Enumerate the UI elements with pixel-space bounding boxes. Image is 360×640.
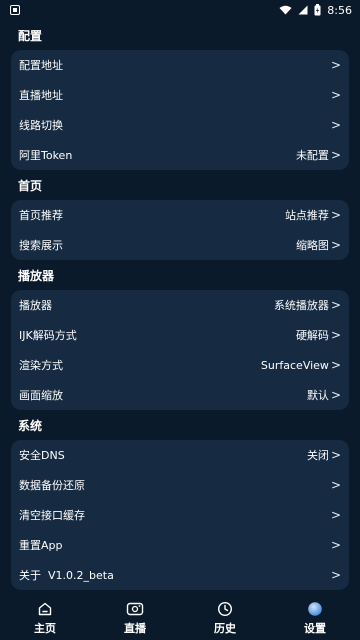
setting-label: 阿里Token <box>19 149 73 162</box>
chevron-right-icon: > <box>330 148 341 162</box>
bottom-nav: 主页 直播 历史 设置 <box>0 596 360 640</box>
nav-label: 主页 <box>34 621 56 635</box>
setting-value: 缩略图 <box>295 239 329 252</box>
setting-label: 播放器 <box>19 299 52 312</box>
setting-label: 画面缩放 <box>19 389 63 402</box>
chevron-right-icon: > <box>330 358 341 372</box>
setting-label: 搜索展示 <box>19 239 63 252</box>
chevron-right-icon: > <box>330 448 341 462</box>
chevron-right-icon: > <box>330 568 341 582</box>
config-group: 配置地址 > 直播地址 > 线路切换 > 阿里Token 未配置 > <box>11 50 349 170</box>
status-time: 8:56 <box>327 3 352 17</box>
chevron-right-icon: > <box>330 58 341 72</box>
player-group: 播放器 系统播放器 > IJK解码方式 硬解码 > 渲染方式 SurfaceVi… <box>11 290 349 410</box>
setting-label: 关于 V1.0.2_beta <box>19 569 114 582</box>
nav-history[interactable]: 历史 <box>180 601 270 636</box>
setting-label: 重置App <box>19 539 63 552</box>
chevron-right-icon: > <box>330 118 341 132</box>
setting-ijk-decode[interactable]: IJK解码方式 硬解码 > <box>11 320 349 350</box>
chevron-right-icon: > <box>330 508 341 522</box>
setting-label: 数据备份还原 <box>19 479 85 492</box>
setting-value: SurfaceView <box>260 358 329 372</box>
status-left <box>0 5 20 15</box>
chevron-right-icon: > <box>330 478 341 492</box>
setting-label: IJK解码方式 <box>19 329 77 342</box>
chevron-right-icon: > <box>330 538 341 552</box>
setting-label: 直播地址 <box>19 89 63 102</box>
setting-reset-app[interactable]: 重置App > <box>11 530 349 560</box>
chevron-right-icon: > <box>330 298 341 312</box>
setting-label: 安全DNS <box>19 449 65 462</box>
setting-home-recommend[interactable]: 首页推荐 站点推荐 > <box>11 200 349 230</box>
nav-home[interactable]: 主页 <box>0 601 90 636</box>
signal-icon <box>298 5 308 15</box>
battery-icon <box>314 4 321 16</box>
wifi-icon <box>279 5 292 15</box>
setting-live-address[interactable]: 直播地址 > <box>11 80 349 110</box>
chevron-right-icon: > <box>330 88 341 102</box>
home-icon <box>37 601 53 617</box>
setting-label: 清空接口缓存 <box>19 509 85 522</box>
live-tv-icon <box>126 601 144 617</box>
setting-ali-token[interactable]: 阿里Token 未配置 > <box>11 140 349 170</box>
chevron-right-icon: > <box>330 208 341 222</box>
setting-config-address[interactable]: 配置地址 > <box>11 50 349 80</box>
setting-label: 线路切换 <box>19 119 63 132</box>
chevron-right-icon: > <box>330 328 341 342</box>
setting-value: 系统播放器 <box>273 299 329 312</box>
section-title-system: 系统 <box>18 419 43 433</box>
setting-value: 未配置 <box>295 149 329 162</box>
setting-search-display[interactable]: 搜索展示 缩略图 > <box>11 230 349 260</box>
app-notification-icon <box>10 5 20 15</box>
nav-label: 直播 <box>124 621 146 635</box>
setting-secure-dns[interactable]: 安全DNS 关闭 > <box>11 440 349 470</box>
setting-line-switch[interactable]: 线路切换 > <box>11 110 349 140</box>
setting-clear-cache[interactable]: 清空接口缓存 > <box>11 500 349 530</box>
section-title-home: 首页 <box>18 179 43 193</box>
status-right: 8:56 <box>279 4 360 17</box>
setting-value: 硬解码 <box>295 329 329 342</box>
setting-value: 站点推荐 <box>284 209 329 222</box>
setting-label: 配置地址 <box>19 59 63 72</box>
setting-video-scale[interactable]: 画面缩放 默认 > <box>11 380 349 410</box>
status-bar: 8:56 <box>0 0 360 20</box>
setting-render-mode[interactable]: 渲染方式 SurfaceView > <box>11 350 349 380</box>
settings-icon <box>307 601 323 617</box>
setting-label: 渲染方式 <box>19 359 63 372</box>
section-title-config: 配置 <box>18 29 43 43</box>
setting-player[interactable]: 播放器 系统播放器 > <box>11 290 349 320</box>
chevron-right-icon: > <box>330 238 341 252</box>
setting-value: 默认 <box>306 389 329 402</box>
history-clock-icon <box>217 601 233 617</box>
setting-value: 关闭 <box>306 449 329 462</box>
nav-label: 历史 <box>214 621 236 635</box>
setting-about[interactable]: 关于 V1.0.2_beta > <box>11 560 349 590</box>
setting-backup-restore[interactable]: 数据备份还原 > <box>11 470 349 500</box>
section-title-player: 播放器 <box>18 269 55 283</box>
nav-settings[interactable]: 设置 <box>270 601 360 636</box>
home-group: 首页推荐 站点推荐 > 搜索展示 缩略图 > <box>11 200 349 260</box>
chevron-right-icon: > <box>330 388 341 402</box>
system-group: 安全DNS 关闭 > 数据备份还原 > 清空接口缓存 > 重置App > 关于 … <box>11 440 349 590</box>
nav-label: 设置 <box>304 621 326 635</box>
setting-label: 首页推荐 <box>19 209 63 222</box>
nav-live[interactable]: 直播 <box>90 601 180 636</box>
